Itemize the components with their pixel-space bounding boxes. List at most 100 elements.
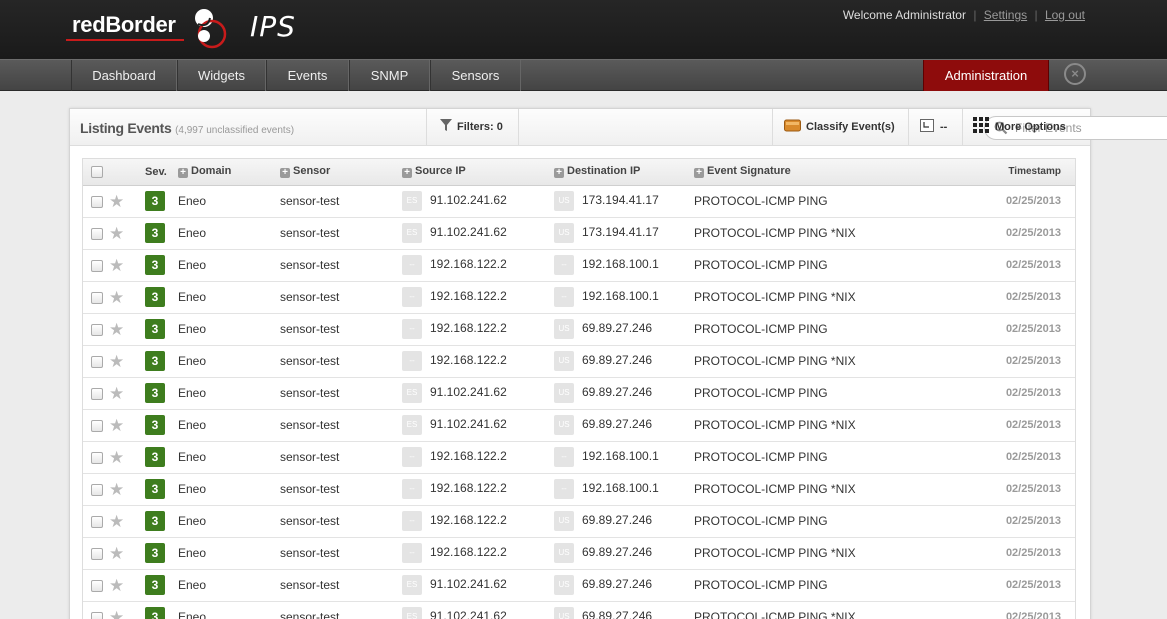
star-icon[interactable]: ★ bbox=[109, 320, 124, 339]
table-row[interactable]: ★ 3 Eneo sensor-test -- 192.168.122.2 US 6… bbox=[83, 505, 1075, 537]
row-checkbox[interactable] bbox=[91, 579, 103, 592]
source-ip-header[interactable]: + Source IP bbox=[402, 159, 554, 186]
star-icon[interactable]: ★ bbox=[109, 352, 124, 371]
signature-cell: PROTOCOL-ICMP PING *NIX bbox=[694, 546, 856, 560]
signature-cell: PROTOCOL-ICMP PING *NIX bbox=[694, 290, 856, 304]
row-star-cell: ★ bbox=[109, 345, 145, 377]
row-checkbox[interactable] bbox=[91, 483, 103, 496]
time-range-button[interactable]: -- bbox=[908, 109, 962, 146]
search-box-container bbox=[518, 109, 1167, 146]
filters-button[interactable]: Filters: 0 bbox=[426, 109, 518, 146]
select-all-checkbox[interactable] bbox=[91, 165, 103, 178]
star-icon[interactable]: ★ bbox=[109, 448, 124, 467]
row-select-cell bbox=[83, 377, 109, 409]
add-column-icon[interactable]: + bbox=[554, 168, 564, 179]
table-row[interactable]: ★ 3 Eneo sensor-test -- 192.168.122.2 -- 1… bbox=[83, 473, 1075, 505]
source-ip-cell: ES 91.102.241.62 bbox=[402, 217, 554, 249]
domain-cell: Eneo bbox=[178, 482, 207, 496]
row-checkbox[interactable] bbox=[91, 419, 103, 432]
row-checkbox[interactable] bbox=[91, 291, 103, 304]
severity-badge: 3 bbox=[145, 223, 165, 243]
logo-product-text: IPS bbox=[250, 10, 296, 43]
table-row[interactable]: ★ 3 Eneo sensor-test ES 91.102.241.62 US 1… bbox=[83, 185, 1075, 217]
nav-item-widgets[interactable]: Widgets bbox=[177, 60, 266, 91]
table-row[interactable]: ★ 3 Eneo sensor-test -- 192.168.122.2 -- 1… bbox=[83, 249, 1075, 281]
table-row[interactable]: ★ 3 Eneo sensor-test -- 192.168.122.2 US 6… bbox=[83, 345, 1075, 377]
logout-link[interactable]: Log out bbox=[1045, 8, 1085, 22]
timestamp-cell: 02/25/2013 bbox=[1005, 579, 1061, 591]
sensor-header[interactable]: + Sensor bbox=[280, 159, 402, 186]
table-row[interactable]: ★ 3 Eneo sensor-test ES 91.102.241.62 US 6… bbox=[83, 377, 1075, 409]
table-row[interactable]: ★ 3 Eneo sensor-test -- 192.168.122.2 US 6… bbox=[83, 537, 1075, 569]
select-all-cell bbox=[83, 159, 109, 186]
table-header-row: Sev. + Domain + Sensor + Source IP + Destina… bbox=[83, 159, 1075, 186]
table-row[interactable]: ★ 3 Eneo sensor-test ES 91.102.241.62 US 6… bbox=[83, 569, 1075, 601]
row-select-cell bbox=[83, 601, 109, 619]
row-checkbox[interactable] bbox=[91, 451, 103, 464]
settings-link[interactable]: Settings bbox=[984, 8, 1027, 22]
table-row[interactable]: ★ 3 Eneo sensor-test ES 91.102.241.62 US 6… bbox=[83, 601, 1075, 619]
main-nav: Dashboard Widgets Events SNMP Sensors Ad… bbox=[0, 59, 1167, 91]
row-checkbox[interactable] bbox=[91, 611, 103, 619]
row-checkbox[interactable] bbox=[91, 259, 103, 272]
row-checkbox[interactable] bbox=[91, 387, 103, 400]
nav-item-sensors[interactable]: Sensors bbox=[430, 60, 521, 91]
row-checkbox[interactable] bbox=[91, 195, 103, 208]
severity-header[interactable]: Sev. bbox=[145, 159, 178, 186]
row-checkbox[interactable] bbox=[91, 515, 103, 528]
row-checkbox[interactable] bbox=[91, 547, 103, 560]
star-icon[interactable]: ★ bbox=[109, 608, 124, 619]
domain-cell: Eneo bbox=[178, 258, 207, 272]
star-icon[interactable]: ★ bbox=[109, 416, 124, 435]
domain-cell: Eneo bbox=[178, 226, 207, 240]
star-icon[interactable]: ★ bbox=[109, 224, 124, 243]
timestamp-cell: 02/25/2013 bbox=[1005, 355, 1061, 367]
separator: | bbox=[1034, 8, 1038, 22]
nav-item-administration[interactable]: Administration bbox=[923, 60, 1049, 91]
row-select-cell bbox=[83, 249, 109, 281]
domain-header[interactable]: + Domain bbox=[178, 159, 280, 186]
nav-item-dashboard[interactable]: Dashboard bbox=[71, 60, 177, 91]
signature-cell: PROTOCOL-ICMP PING bbox=[694, 258, 828, 272]
add-column-icon[interactable]: + bbox=[178, 168, 188, 179]
signature-header[interactable]: + Event Signature bbox=[694, 159, 910, 186]
events-table-container: Sev. + Domain + Sensor + Source IP + Destina… bbox=[82, 158, 1076, 619]
domain-cell: Eneo bbox=[178, 610, 207, 619]
row-star-cell: ★ bbox=[109, 505, 145, 537]
star-icon[interactable]: ★ bbox=[109, 544, 124, 563]
timestamp-header[interactable]: Timestamp bbox=[910, 159, 1075, 186]
country-flag-icon: ES bbox=[402, 383, 422, 403]
table-row[interactable]: ★ 3 Eneo sensor-test ES 91.102.241.62 US 6… bbox=[83, 409, 1075, 441]
row-checkbox[interactable] bbox=[91, 355, 103, 368]
more-options-button[interactable]: More Options bbox=[962, 109, 1090, 146]
star-icon[interactable]: ★ bbox=[109, 512, 124, 531]
star-icon[interactable]: ★ bbox=[109, 480, 124, 499]
sensor-cell: sensor-test bbox=[280, 386, 340, 400]
more-options-label: More Options bbox=[995, 121, 1066, 133]
nav-item-snmp[interactable]: SNMP bbox=[349, 60, 430, 91]
table-row[interactable]: ★ 3 Eneo sensor-test ES 91.102.241.62 US 1… bbox=[83, 217, 1075, 249]
severity-cell: 3 bbox=[145, 441, 178, 473]
classify-events-button[interactable]: Classify Event(s) bbox=[772, 109, 908, 146]
table-row[interactable]: ★ 3 Eneo sensor-test -- 192.168.122.2 US 6… bbox=[83, 313, 1075, 345]
nav-item-events[interactable]: Events bbox=[266, 60, 349, 91]
row-select-cell bbox=[83, 505, 109, 537]
table-row[interactable]: ★ 3 Eneo sensor-test -- 192.168.122.2 -- 1… bbox=[83, 441, 1075, 473]
star-icon[interactable]: ★ bbox=[109, 384, 124, 403]
row-star-cell: ★ bbox=[109, 569, 145, 601]
row-star-cell: ★ bbox=[109, 185, 145, 217]
add-column-icon[interactable]: + bbox=[280, 168, 290, 179]
star-icon[interactable]: ★ bbox=[109, 192, 124, 211]
star-icon[interactable]: ★ bbox=[109, 288, 124, 307]
events-toolbar: Listing Events (4,997 unclassified event… bbox=[70, 109, 1167, 146]
destination-ip-header[interactable]: + Destination IP bbox=[554, 159, 694, 186]
table-row[interactable]: ★ 3 Eneo sensor-test -- 192.168.122.2 -- 1… bbox=[83, 281, 1075, 313]
row-checkbox[interactable] bbox=[91, 227, 103, 240]
star-icon[interactable]: ★ bbox=[109, 256, 124, 275]
add-column-icon[interactable]: + bbox=[694, 168, 704, 179]
add-column-icon[interactable]: + bbox=[402, 168, 412, 179]
country-flag-icon: -- bbox=[402, 511, 422, 531]
star-icon[interactable]: ★ bbox=[109, 576, 124, 595]
close-icon[interactable]: × bbox=[1064, 63, 1086, 85]
row-checkbox[interactable] bbox=[91, 323, 103, 336]
